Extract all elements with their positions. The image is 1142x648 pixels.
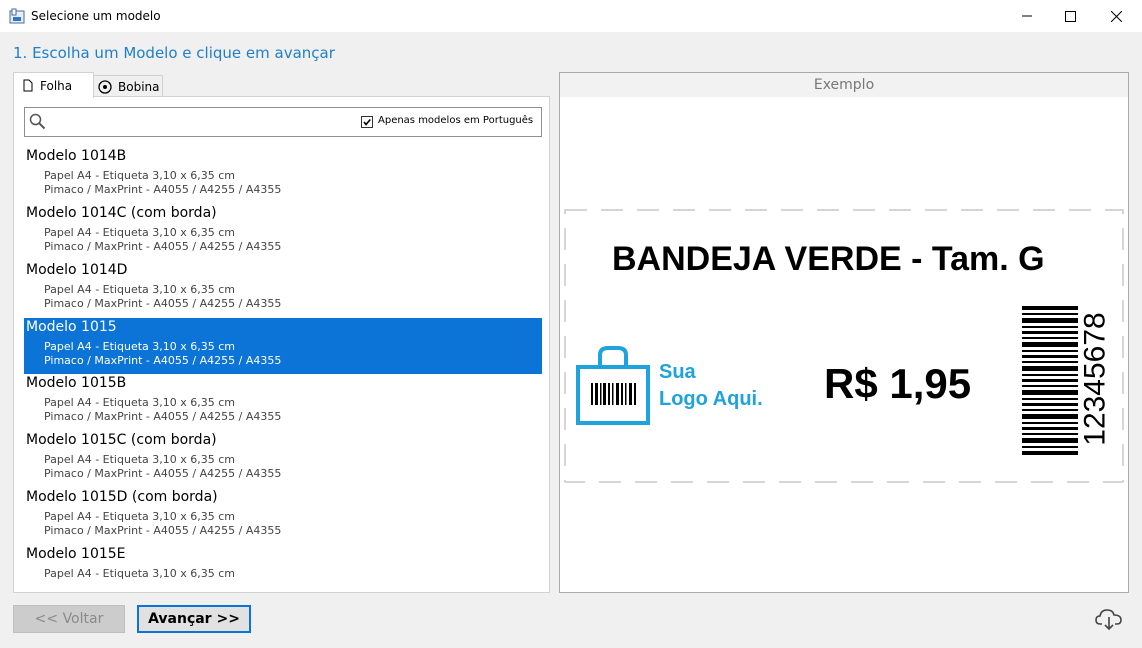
title-bar: Selecione um modelo bbox=[0, 0, 1142, 32]
tab-bobina[interactable]: Bobina bbox=[92, 75, 163, 97]
model-compat: Pimaco / MaxPrint - A4055 / A4255 / A435… bbox=[44, 297, 282, 310]
model-name: Modelo 1015C (com borda) bbox=[26, 432, 217, 448]
model-paper: Papel A4 - Etiqueta 3,10 x 6,35 cm bbox=[44, 283, 236, 296]
logo-bag-icon bbox=[576, 346, 650, 425]
search-icon bbox=[29, 113, 46, 130]
model-name: Modelo 1014C (com borda) bbox=[26, 205, 217, 221]
model-compat: Pimaco / MaxPrint - A4055 / A4255 / A435… bbox=[44, 240, 282, 253]
tab-bobina-label: Bobina bbox=[118, 79, 160, 94]
label-preview: BANDEJA VERDE - Tam. G Sua Logo Aqui. R$… bbox=[564, 209, 1126, 484]
step-heading: 1. Escolha um Modelo e clique em avançar bbox=[13, 44, 335, 62]
list-item[interactable]: Modelo 1014B Papel A4 - Etiqueta 3,10 x … bbox=[24, 147, 542, 204]
model-name: Modelo 1015D (com borda) bbox=[26, 489, 218, 505]
list-item[interactable]: Modelo 1015C (com borda) Papel A4 - Etiq… bbox=[24, 431, 542, 488]
list-item-selected[interactable]: Modelo 1015 Papel A4 - Etiqueta 3,10 x 6… bbox=[24, 318, 542, 374]
logo-placeholder-text: Sua Logo Aqui. bbox=[659, 361, 763, 410]
model-paper: Papel A4 - Etiqueta 3,10 x 6,35 cm bbox=[44, 226, 236, 239]
app-icon bbox=[9, 8, 25, 24]
cloud-download-icon bbox=[1095, 609, 1122, 631]
model-paper: Papel A4 - Etiqueta 3,10 x 6,35 cm bbox=[44, 396, 236, 409]
search-input[interactable] bbox=[51, 112, 355, 132]
barcode-number-box: 12345678 bbox=[1079, 309, 1113, 449]
portuguese-only-checkbox[interactable] bbox=[361, 116, 373, 128]
model-paper: Papel A4 - Etiqueta 3,10 x 6,35 cm bbox=[44, 510, 236, 523]
product-name: BANDEJA VERDE - Tam. G bbox=[612, 240, 1045, 278]
model-paper: Papel A4 - Etiqueta 3,10 x 6,35 cm bbox=[44, 567, 236, 580]
list-item[interactable]: Modelo 1015D (com borda) Papel A4 - Etiq… bbox=[24, 488, 542, 545]
check-icon bbox=[363, 118, 371, 126]
model-panel: Apenas modelos em Português Modelo 1014B… bbox=[13, 96, 550, 593]
portuguese-only-label: Apenas modelos em Português bbox=[378, 115, 534, 126]
product-price: R$ 1,95 bbox=[824, 360, 972, 407]
model-compat: Pimaco / MaxPrint - A4055 / A4255 / A435… bbox=[44, 467, 282, 480]
barcode-number: 12345678 bbox=[1079, 312, 1113, 446]
roll-icon bbox=[98, 79, 112, 94]
preview-header: Exemplo bbox=[560, 73, 1128, 97]
model-name: Modelo 1015 bbox=[26, 319, 117, 335]
close-icon bbox=[1110, 10, 1122, 22]
minimize-icon bbox=[1022, 15, 1032, 17]
model-list: Modelo 1014B Papel A4 - Etiqueta 3,10 x … bbox=[24, 147, 542, 584]
list-item[interactable]: Modelo 1015B Papel A4 - Etiqueta 3,10 x … bbox=[24, 374, 542, 431]
search-box[interactable]: Apenas modelos em Português bbox=[24, 107, 542, 137]
model-compat: Pimaco / MaxPrint - A4055 / A4255 / A435… bbox=[44, 183, 282, 196]
model-paper: Papel A4 - Etiqueta 3,10 x 6,35 cm bbox=[44, 340, 236, 353]
model-compat: Pimaco / MaxPrint - A4055 / A4255 / A435… bbox=[44, 524, 282, 537]
model-paper: Papel A4 - Etiqueta 3,10 x 6,35 cm bbox=[44, 453, 236, 466]
list-item[interactable]: Modelo 1014D Papel A4 - Etiqueta 3,10 x … bbox=[24, 261, 542, 318]
minimize-button[interactable] bbox=[1004, 0, 1050, 32]
maximize-button[interactable] bbox=[1047, 0, 1093, 32]
barcode-icon bbox=[1022, 306, 1078, 455]
model-name: Modelo 1015B bbox=[26, 375, 127, 391]
list-item[interactable]: Modelo 1015E Papel A4 - Etiqueta 3,10 x … bbox=[24, 545, 542, 584]
model-name: Modelo 1014B bbox=[26, 148, 127, 164]
page-icon bbox=[23, 79, 33, 92]
model-name: Modelo 1015E bbox=[26, 546, 126, 562]
model-name: Modelo 1014D bbox=[26, 262, 128, 278]
cloud-download-button[interactable] bbox=[1095, 606, 1123, 636]
model-paper: Papel A4 - Etiqueta 3,10 x 6,35 cm bbox=[44, 169, 236, 182]
maximize-icon bbox=[1064, 10, 1076, 22]
tab-folha-label: Folha bbox=[40, 78, 73, 93]
next-button[interactable]: Avançar >> bbox=[137, 605, 251, 633]
list-item[interactable]: Modelo 1014C (com borda) Papel A4 - Etiq… bbox=[24, 204, 542, 261]
model-compat: Pimaco / MaxPrint - A4055 / A4255 / A435… bbox=[44, 410, 282, 423]
back-button[interactable]: << Voltar bbox=[13, 605, 125, 633]
tab-folha[interactable]: Folha bbox=[13, 72, 94, 98]
model-compat: Pimaco / MaxPrint - A4055 / A4255 / A435… bbox=[44, 354, 282, 367]
preview-panel: Exemplo BANDEJA VERDE - Tam. G Sua Logo … bbox=[559, 72, 1129, 593]
close-button[interactable] bbox=[1093, 0, 1139, 32]
window-title: Selecione um modelo bbox=[31, 9, 161, 23]
